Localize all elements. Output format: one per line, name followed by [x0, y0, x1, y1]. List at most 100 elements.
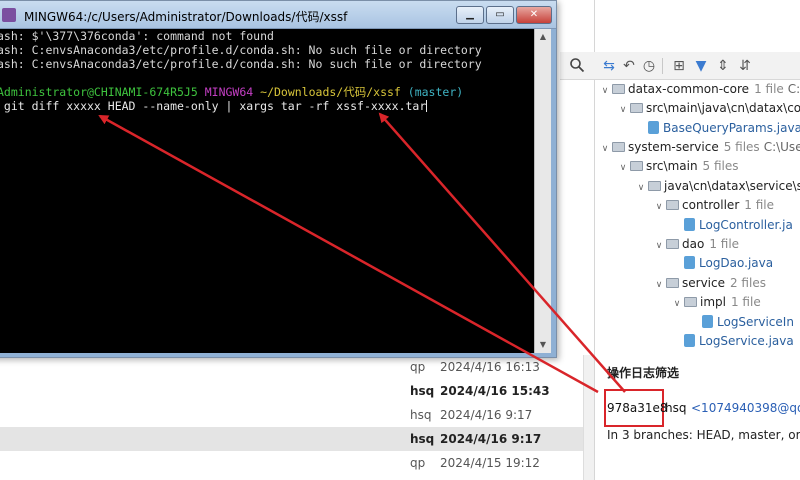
commit-row[interactable]: hsq 2024/4/16 9:17 — [0, 403, 583, 427]
filter-icon[interactable]: ▼ — [692, 57, 710, 75]
tree-row-label: LogService.java — [699, 334, 794, 348]
tree-row[interactable]: ∨ system-service 5 filesC:\User — [598, 138, 800, 157]
chevron-down-icon[interactable]: ∨ — [616, 101, 630, 120]
tree-row-label: BaseQueryParams.java — [663, 121, 800, 135]
commit-row-author: qp — [410, 456, 426, 470]
folder-icon — [684, 297, 697, 307]
terminal-line: ash: $'\377\376conda': command not found — [0, 29, 274, 43]
folder-icon — [666, 278, 679, 288]
folder-icon — [612, 142, 625, 152]
commit-row[interactable]: qp 2024/4/15 19:12 — [0, 451, 583, 475]
log-scrollbar[interactable] — [583, 355, 594, 480]
tree-row-label: src\main — [646, 159, 698, 173]
toolbar-separator — [662, 58, 663, 74]
minimize-button[interactable]: ▁ — [456, 6, 484, 24]
tree-row-label: LogController.ja — [699, 218, 793, 232]
commit-row-date: 2024/4/16 15:43 — [440, 384, 550, 398]
text-cursor — [426, 100, 428, 112]
commit-row[interactable]: hsq 2024/4/16 9:17 — [0, 427, 583, 451]
chevron-down-icon[interactable]: ∨ — [616, 159, 630, 178]
terminal-line: ash: C:envsAnaconda3/etc/profile.d/conda… — [0, 57, 482, 71]
commit-row-date: 2024/4/16 9:17 — [440, 432, 542, 446]
prompt-path: ~/Downloads/代码/xssf — [260, 85, 401, 99]
terminal-output[interactable]: ash: $'\377\376conda': command not found… — [0, 29, 534, 353]
tree-row[interactable]: LogController.ja — [670, 216, 800, 235]
tree-row[interactable]: ∨ service 2 files — [652, 274, 770, 293]
tree-row-label: impl — [700, 295, 726, 309]
java-file-icon — [648, 121, 659, 134]
expand-icon[interactable]: ⇕ — [714, 57, 732, 75]
folder-icon — [630, 161, 643, 171]
diff-icon[interactable]: ⇵ — [736, 57, 754, 75]
commit-row-date: 2024/4/16 16:13 — [440, 360, 540, 374]
tree-row[interactable]: ∨ controller 1 file — [652, 196, 778, 215]
chevron-down-icon[interactable]: ∨ — [652, 237, 666, 256]
terminal-window[interactable]: MINGW64:/c/Users/Administrator/Downloads… — [0, 0, 557, 358]
sync-icon[interactable]: ⇆ — [600, 57, 618, 75]
tree-row-label: controller — [682, 198, 740, 212]
tree-row[interactable]: ∨ dao 1 file — [652, 235, 743, 254]
tree-row[interactable]: ∨ datax-common-core 1 fileC:\ — [598, 80, 800, 99]
file-count: 1 file — [754, 82, 784, 96]
folder-icon — [666, 239, 679, 249]
prompt-branch: (master) — [407, 85, 464, 99]
tree-row[interactable]: ∨ src\main 5 files — [616, 157, 743, 176]
commit-hash[interactable]: 978a31e8 — [607, 401, 668, 415]
file-count: 1 file — [744, 198, 774, 212]
commit-row[interactable]: qp 2024/4/16 16:13 — [0, 355, 583, 379]
module-path: C:\User — [763, 140, 800, 154]
screenshot: ⇆ ↶ ◷ ⊞ ▼ ⇕ ⇵ ∨ datax-common-core 1 file C:… — [0, 0, 800, 480]
tree-row-label: java\cn\datax\service\s — [664, 179, 800, 193]
author-email-link[interactable]: <1074940398@qq.co — [691, 401, 800, 415]
search-strip — [560, 52, 594, 80]
chevron-down-icon[interactable]: ∨ — [634, 179, 648, 198]
changes-toolbar: ⇆ ↶ ◷ ⊞ ▼ ⇕ ⇵ — [594, 52, 800, 80]
commit-row-author: hsq — [410, 432, 435, 446]
command-text: git diff xxxxx HEAD --name-only | xargs … — [0, 99, 427, 113]
tree-row[interactable]: BaseQueryParams.java — [634, 119, 800, 138]
tree-row-label: LogDao.java — [699, 256, 774, 270]
java-file-icon — [684, 218, 695, 231]
commit-row-date: 2024/4/16 9:17 — [440, 408, 533, 422]
search-icon[interactable] — [569, 57, 585, 73]
chevron-down-icon[interactable]: ∨ — [652, 198, 666, 217]
close-button[interactable]: ✕ — [516, 6, 552, 24]
chevron-down-icon[interactable]: ∨ — [598, 140, 612, 159]
folder-icon — [630, 103, 643, 113]
chevron-down-icon[interactable]: ∨ — [652, 276, 666, 295]
undo-icon[interactable]: ↶ — [620, 57, 638, 75]
chevron-down-icon[interactable]: ∨ — [598, 82, 612, 101]
history-icon[interactable]: ◷ — [640, 57, 658, 75]
tree-row-label: service — [682, 276, 725, 290]
file-count: 5 files — [723, 140, 760, 154]
tree-row-label: src\main\java\cn\datax\co — [646, 101, 800, 115]
file-count: 2 files — [729, 276, 766, 290]
terminal-title: MINGW64:/c/Users/Administrator/Downloads… — [24, 10, 348, 24]
group-by-icon[interactable]: ⊞ — [670, 57, 688, 75]
tree-row[interactable]: LogDao.java — [670, 254, 782, 273]
folder-icon — [666, 200, 679, 210]
java-file-icon — [684, 334, 695, 347]
chevron-down-icon[interactable]: ∨ — [670, 295, 684, 314]
tree-row[interactable]: ∨ src\main\java\cn\datax\co — [616, 99, 800, 118]
command-line[interactable]: git diff xxxxx HEAD --name-only | xargs … — [0, 99, 428, 114]
tree-row-label: LogServiceIn — [717, 315, 794, 329]
prompt-user: Administrator@CHINAMI-674R5J5 — [0, 85, 198, 99]
commit-row-author: qp — [410, 360, 426, 374]
file-count: 1 file — [730, 295, 761, 309]
commit-author: hsq — [665, 401, 687, 415]
tree-row[interactable]: LogServiceIn — [688, 313, 800, 332]
tree-row[interactable]: LogService.java — [670, 332, 800, 351]
java-file-icon — [684, 256, 695, 269]
maximize-button[interactable]: ▭ — [486, 6, 514, 24]
terminal-scrollbar[interactable]: ▲ ▼ — [534, 29, 551, 353]
tree-row[interactable]: ∨ java\cn\datax\service\s — [634, 177, 800, 196]
file-count: 5 files — [702, 159, 739, 173]
commit-row[interactable]: hsq 2024/4/16 15:43 — [0, 379, 583, 403]
tree-row[interactable]: ∨ impl 1 file — [670, 293, 765, 312]
commit-branches: In 3 branches: HEAD, master, origi — [607, 428, 800, 442]
scroll-up-icon[interactable]: ▲ — [537, 31, 549, 43]
terminal-title-bar[interactable]: MINGW64:/c/Users/Administrator/Downloads… — [0, 1, 556, 29]
scroll-down-icon[interactable]: ▼ — [537, 339, 549, 351]
mingw-icon — [2, 8, 16, 22]
